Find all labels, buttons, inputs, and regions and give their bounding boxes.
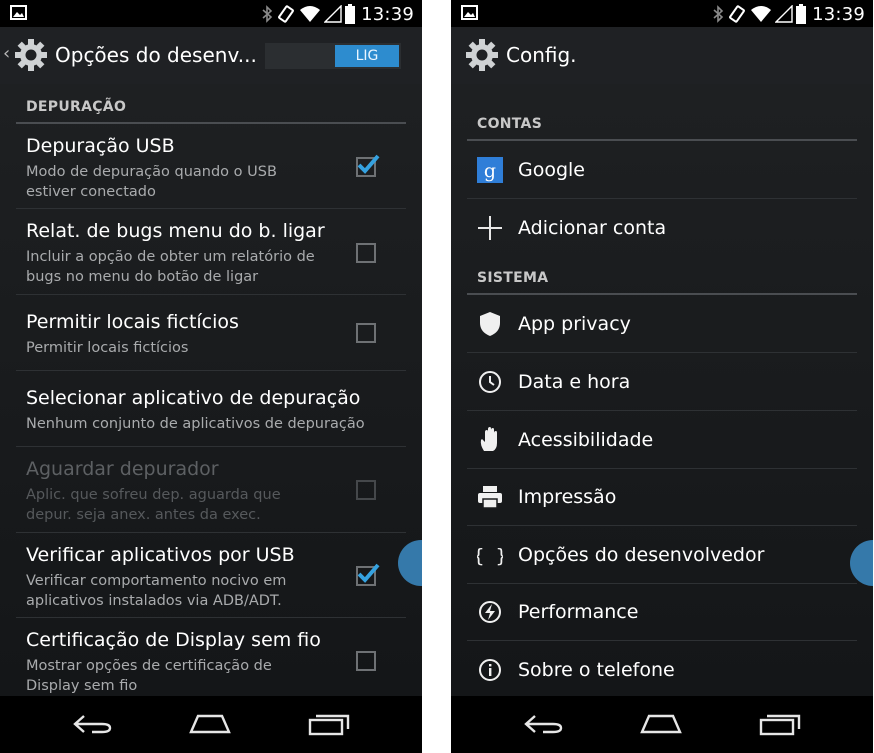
signal-icon xyxy=(324,5,342,23)
navigation-bar xyxy=(0,696,422,753)
image-notification-icon xyxy=(461,5,478,20)
wait-for-debugger-checkbox xyxy=(356,480,376,500)
wifi-icon xyxy=(751,6,772,22)
wifi-icon xyxy=(300,6,321,22)
bug-report-checkbox[interactable] xyxy=(356,243,376,263)
bluetooth-icon xyxy=(713,5,724,23)
setting-about-phone[interactable]: Sobre o telefone xyxy=(467,642,857,696)
status-time: 13:39 xyxy=(361,3,414,25)
setting-app-privacy[interactable]: App privacy xyxy=(467,296,857,353)
vibrate-icon xyxy=(278,5,295,23)
battery-icon xyxy=(345,4,356,24)
page-title: Config. xyxy=(506,43,577,67)
vibrate-icon xyxy=(729,5,746,23)
settings-list[interactable]: CONTAS g Google Adicionar conta SISTEMA … xyxy=(451,84,873,696)
signal-icon xyxy=(775,5,793,23)
section-header-sistema: SISTEMA xyxy=(467,254,857,295)
hand-icon xyxy=(477,427,503,453)
recents-icon[interactable] xyxy=(308,712,350,736)
setting-usb-debugging[interactable]: Depuração USB Modo de depuração quando o… xyxy=(16,125,406,209)
up-navigation-icon[interactable]: ‹ xyxy=(3,43,10,64)
printer-icon xyxy=(477,484,503,510)
developer-options-screen: 13:39 ‹ Opções do desenv... LIG DEPURAÇÃ… xyxy=(0,0,422,753)
image-notification-icon xyxy=(10,5,27,20)
setting-wireless-display-certification[interactable]: Certificação de Display sem fio Mostrar … xyxy=(16,619,406,696)
plus-icon xyxy=(477,215,503,241)
recents-icon[interactable] xyxy=(759,712,801,736)
setting-bug-report-shortcut[interactable]: Relat. de bugs menu do b. ligar Incluir … xyxy=(16,210,406,295)
developer-options-toggle[interactable]: LIG xyxy=(265,43,401,69)
account-google[interactable]: g Google xyxy=(467,142,857,199)
wireless-display-checkbox[interactable] xyxy=(356,651,376,671)
setting-printing[interactable]: Impressão xyxy=(467,469,857,526)
svg-text:{ }: { } xyxy=(477,545,503,567)
toggle-on-label: LIG xyxy=(335,45,399,67)
section-header-contas: CONTAS xyxy=(467,101,857,141)
setting-verify-apps-usb[interactable]: Verificar aplicativos por USB Verificar … xyxy=(16,534,406,618)
settings-gear-icon[interactable] xyxy=(13,37,49,73)
verify-apps-checkbox[interactable] xyxy=(356,563,380,586)
setting-wait-for-debugger: Aguardar depurador Aplic. que sofreu dep… xyxy=(16,448,406,533)
setting-accessibility[interactable]: Acessibilidade xyxy=(467,412,857,469)
battery-icon xyxy=(796,4,807,24)
status-bar: 13:39 xyxy=(451,0,873,27)
setting-performance[interactable]: Performance xyxy=(467,584,857,641)
developer-options-list[interactable]: DEPURAÇÃO Depuração USB Modo de depuraçã… xyxy=(0,84,422,696)
navigation-bar xyxy=(451,696,873,753)
svg-text:g: g xyxy=(484,160,496,182)
status-time: 13:39 xyxy=(812,3,865,25)
usb-debugging-checkbox[interactable] xyxy=(356,154,380,177)
action-bar: Config. xyxy=(451,27,873,84)
add-account[interactable]: Adicionar conta xyxy=(467,200,857,257)
clock-icon xyxy=(477,369,503,395)
setting-mock-locations[interactable]: Permitir locais fictícios Permitir locai… xyxy=(16,296,406,371)
braces-icon: { } xyxy=(477,542,503,568)
home-icon[interactable] xyxy=(188,712,232,736)
checkmark-icon xyxy=(357,154,380,174)
checkmark-icon xyxy=(357,563,380,583)
status-bar: 13:39 xyxy=(0,0,422,27)
back-icon[interactable] xyxy=(523,712,565,736)
bolt-icon xyxy=(477,599,503,625)
mock-locations-checkbox[interactable] xyxy=(356,323,376,343)
shield-icon xyxy=(477,311,503,337)
setting-date-time[interactable]: Data e hora xyxy=(467,354,857,411)
action-bar: ‹ Opções do desenv... LIG xyxy=(0,27,422,84)
settings-screen: 13:39 Config. CONTAS g Google Adicionar … xyxy=(451,0,873,753)
settings-gear-icon xyxy=(466,39,498,71)
back-icon[interactable] xyxy=(72,712,114,736)
google-icon: g xyxy=(477,157,503,183)
page-title: Opções do desenv... xyxy=(55,43,257,67)
info-icon xyxy=(477,657,503,683)
setting-select-debug-app[interactable]: Selecionar aplicativo de depuração Nenhu… xyxy=(16,372,406,447)
setting-developer-options[interactable]: { } Opções do desenvolvedor xyxy=(467,527,857,584)
bluetooth-icon xyxy=(262,5,273,23)
section-header-depuracao: DEPURAÇÃO xyxy=(16,84,406,124)
home-icon[interactable] xyxy=(639,712,683,736)
